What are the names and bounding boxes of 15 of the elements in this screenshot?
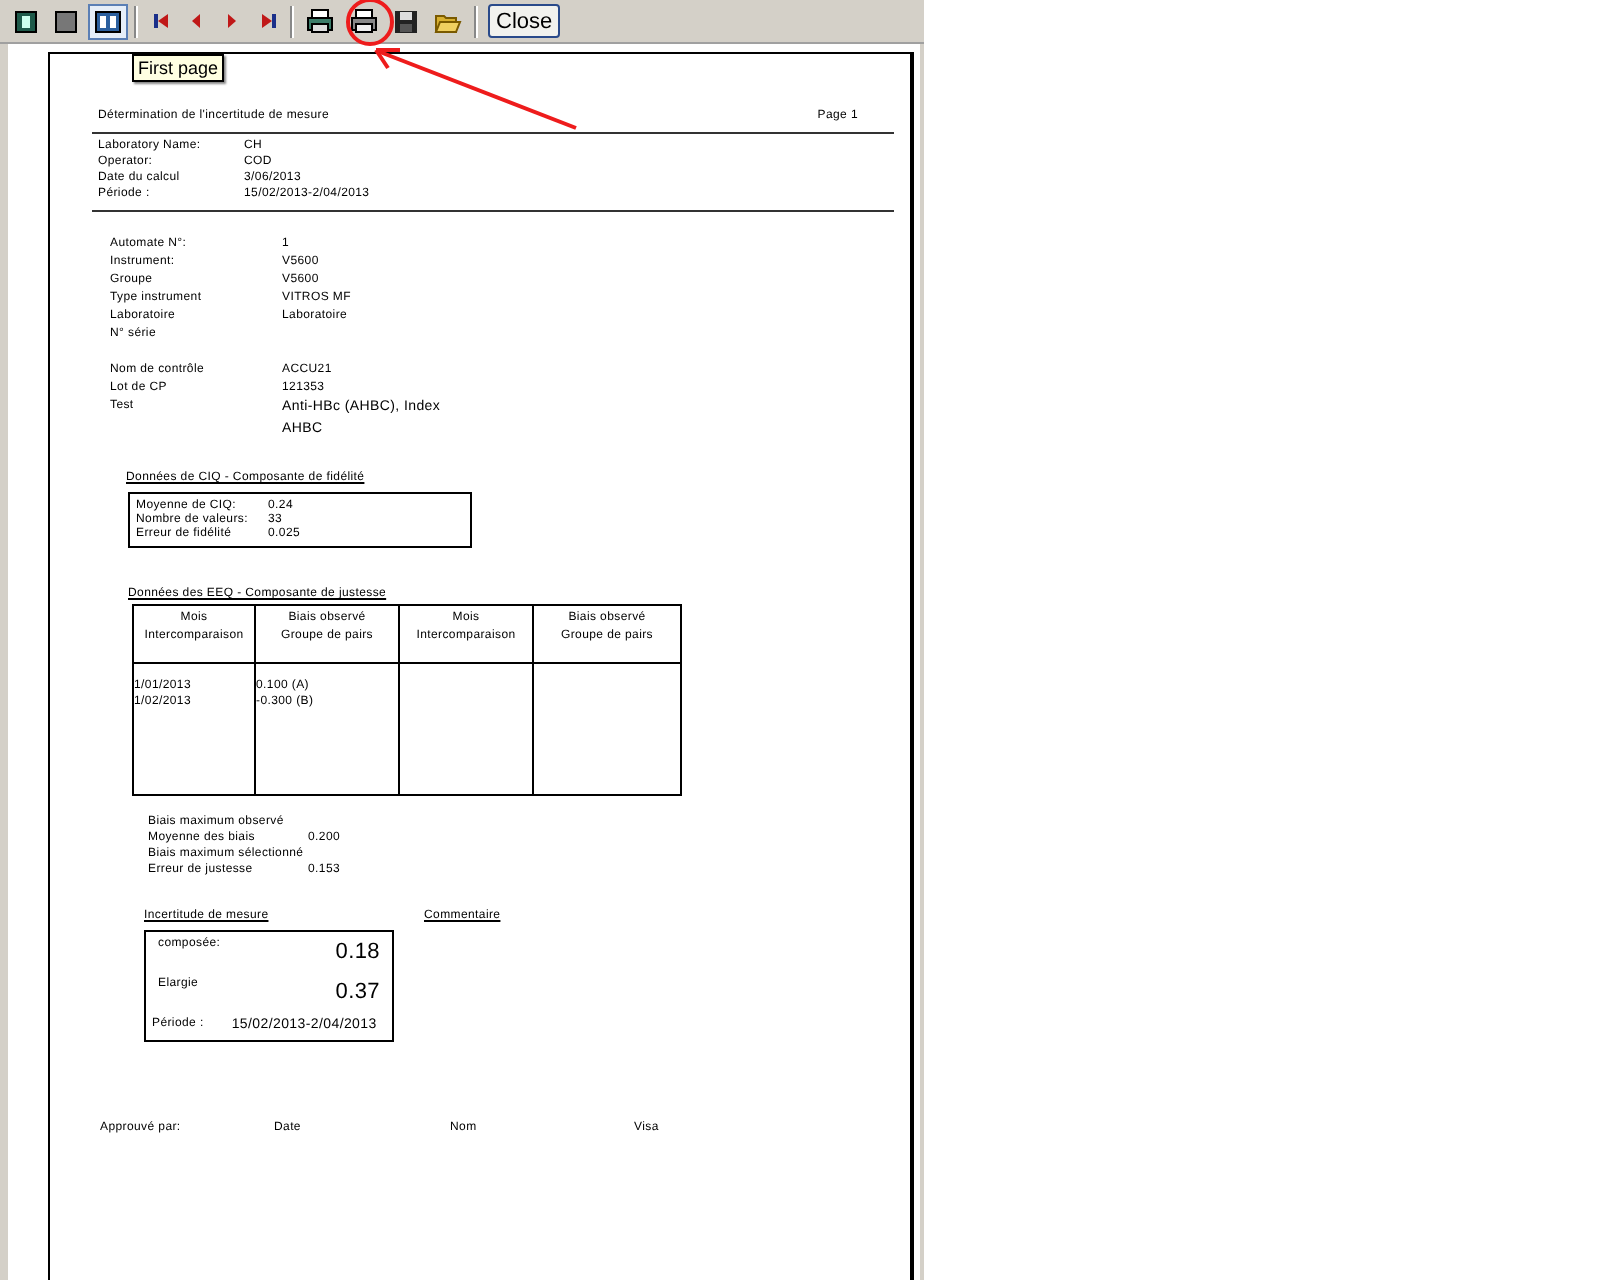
next-page-icon [226, 12, 238, 30]
previous-page-icon [190, 12, 202, 30]
page-width-icon [54, 9, 78, 33]
first-page-icon [151, 12, 169, 30]
two-pages-icon [94, 9, 122, 33]
tooltip: First page [132, 54, 225, 82]
field-value: 0.18 [335, 940, 380, 964]
close-button[interactable]: Close [488, 4, 561, 38]
folder-icon [434, 9, 462, 33]
printer-icon [350, 8, 378, 34]
field-value: 0.37 [335, 980, 380, 1004]
printer-icon [306, 8, 334, 34]
single-page-icon [14, 9, 38, 33]
last-page-icon [259, 12, 277, 30]
view-button[interactable] [88, 3, 128, 39]
